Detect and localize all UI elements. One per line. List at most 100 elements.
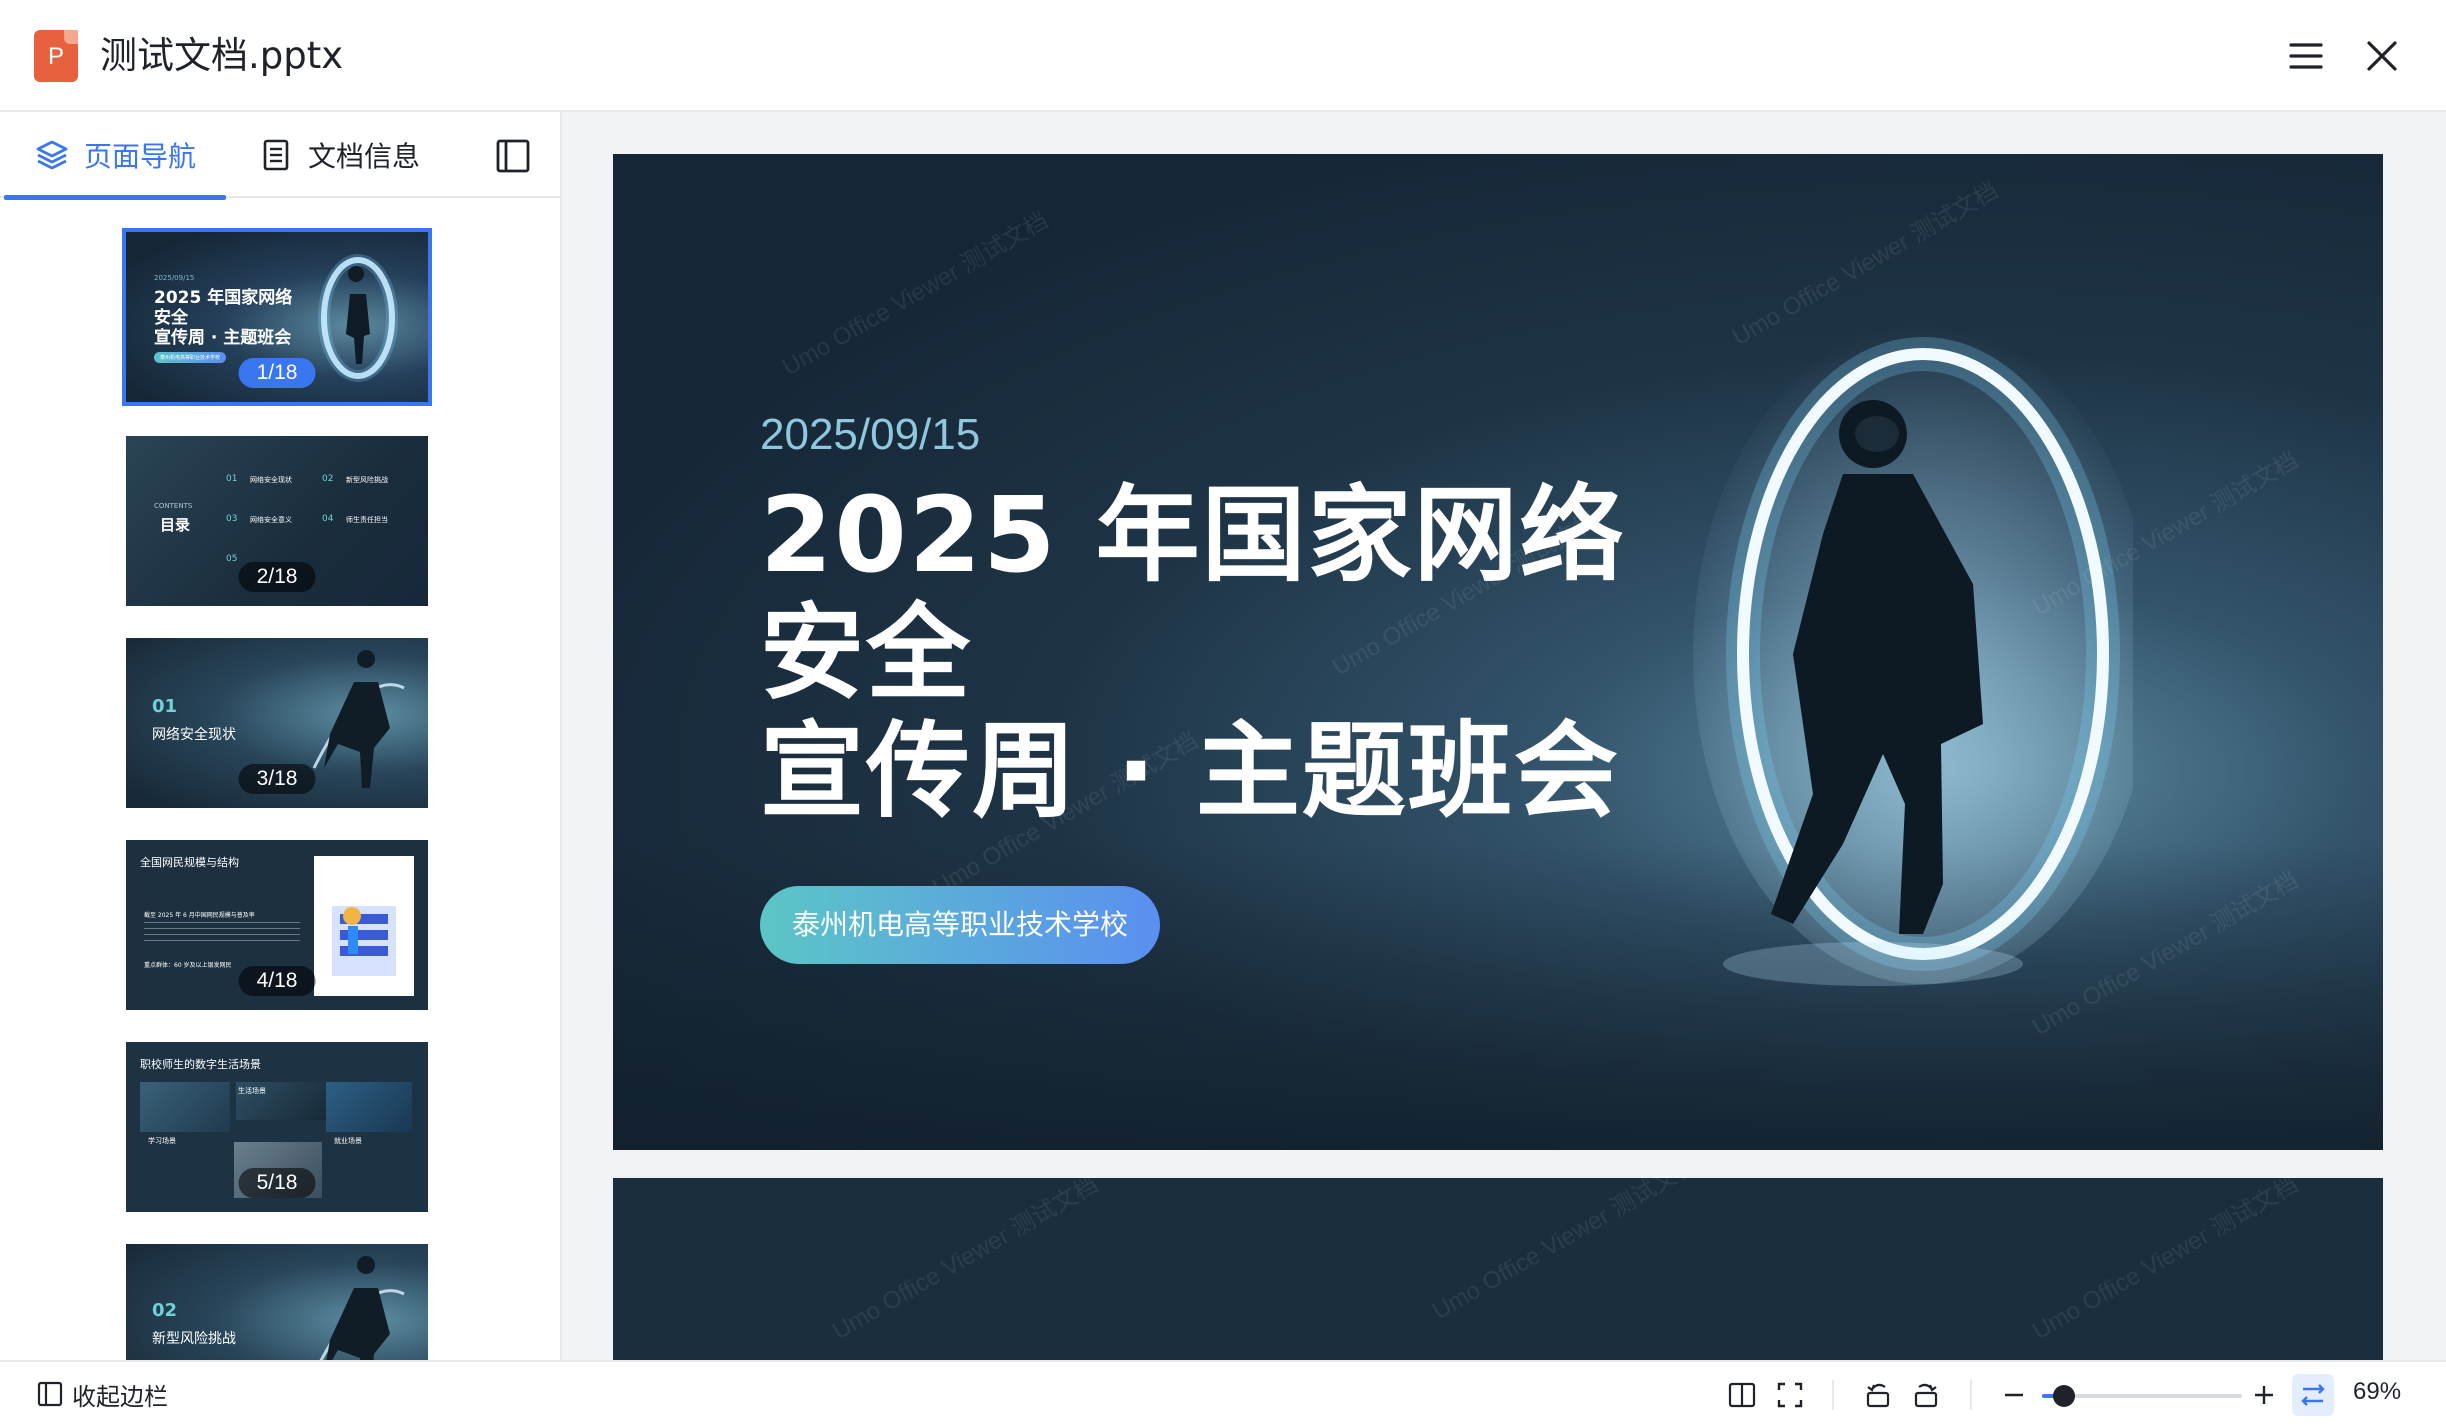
- page-badge: 1/18: [238, 358, 316, 388]
- thumbnail-page-2[interactable]: CONTENTS 目录 01 网络安全现状 02 新型风险挑战 03 网络安全意…: [126, 436, 428, 606]
- watermark-text: Umo Office Viewer 测试文档: [777, 206, 1053, 382]
- thumb2-item1-num: 01: [226, 474, 238, 484]
- thumb5-label-2: 学习场景: [148, 1137, 176, 1145]
- sidebar: 页面导航 文档信息 2025/09/15 2025 年国家网络 安全 宣传周 ·…: [0, 112, 562, 1360]
- thumb4-heading: 全国网民规模与结构: [140, 856, 239, 869]
- school-name-pill: 泰州机电高等职业技术学校: [760, 886, 1161, 964]
- sidebar-panel-icon: [496, 139, 530, 173]
- page-badge: 5/18: [238, 1168, 316, 1198]
- thumb2-item2-num: 02: [322, 474, 334, 484]
- tab-page-navigation[interactable]: 页面导航: [3, 112, 227, 200]
- rotate-left-button[interactable]: [1862, 1379, 1894, 1411]
- thumbnail-page-1[interactable]: 2025/09/15 2025 年国家网络 安全 宣传周 · 主题班会 泰州机电…: [122, 228, 432, 406]
- zoom-out-button[interactable]: [1998, 1379, 2030, 1411]
- menu-button[interactable]: [2284, 34, 2328, 78]
- two-page-view-button[interactable]: [1726, 1379, 1758, 1411]
- thumbnail-page-6[interactable]: 02 新型风险挑战: [126, 1244, 428, 1360]
- slide-page-1: Umo Office Viewer 测试文档 Umo Office Viewer…: [613, 154, 2383, 1150]
- thumb4-illustration: [314, 856, 414, 996]
- page-badge: 3/18: [238, 764, 316, 794]
- thumb1-title-line3: 宣传周 · 主题班会: [154, 328, 292, 348]
- thumb5-label-3: 就业场景: [334, 1137, 362, 1145]
- layers-icon: [36, 140, 68, 170]
- tab-document-info-label: 文档信息: [308, 140, 421, 173]
- thumb2-contents-label: CONTENTS: [154, 502, 193, 510]
- thumb2-item4-text: 师生责任担当: [346, 516, 388, 524]
- minus-icon: [2005, 1393, 2023, 1397]
- watermark-text: Umo Office Viewer 测试文档: [1427, 1150, 1703, 1326]
- tab-document-info[interactable]: 文档信息: [258, 112, 420, 198]
- divider: [1970, 1380, 1972, 1410]
- sidebar-collapse-icon: [37, 1381, 63, 1407]
- hamburger-menu-icon: [2289, 43, 2323, 69]
- thumb2-item3-num: 03: [226, 514, 238, 524]
- sidebar-tabs: 页面导航 文档信息: [0, 112, 560, 200]
- thumbnail-page-4[interactable]: 全国网民规模与结构 截至 2025 年 6 月中国网民规模与普及率 重点群体：6…: [126, 840, 428, 1010]
- rotate-right-icon: [1914, 1383, 1938, 1408]
- watermark-text: Umo Office Viewer 测试文档: [2027, 1170, 2303, 1346]
- pptx-file-icon: P: [34, 30, 78, 82]
- thumbnail-list: 2025/09/15 2025 年国家网络 安全 宣传周 · 主题班会 泰州机电…: [0, 200, 560, 1360]
- silhouette-image: [319, 1256, 405, 1360]
- slide-title-line3: 宣传周 · 主题班会: [760, 710, 1620, 832]
- thumb1-date: 2025/09/15: [154, 274, 195, 282]
- fit-width-icon: [2301, 1384, 2325, 1406]
- thumb2-item1-text: 网络安全现状: [250, 476, 292, 484]
- zoom-slider[interactable]: [2042, 1385, 2242, 1407]
- zoom-level-label: 69%: [2353, 1378, 2402, 1405]
- thumb1-title: 2025 年国家网络 安全 宣传周 · 主题班会: [154, 288, 292, 348]
- document-title: 测试文档.pptx: [100, 34, 344, 77]
- divider: [1832, 1380, 1834, 1410]
- thumb1-subtitle: 泰州机电高等职业技术学校: [154, 352, 227, 363]
- file-type-letter: P: [47, 43, 64, 70]
- portal-ring-image: [1693, 324, 2133, 986]
- watermark-text: Umo Office Viewer 测试文档: [827, 1170, 1103, 1346]
- page-badge: 2/18: [238, 562, 316, 592]
- slide-title-line2: 安全: [760, 592, 973, 714]
- thumb4-body1: 截至 2025 年 6 月中国网民规模与普及率: [144, 912, 255, 919]
- fullscreen-icon: [1777, 1382, 1803, 1408]
- slide-title: 2025 年国家网络 安全 宣传周 · 主题班会: [760, 476, 1626, 830]
- slide-title-line1: 2025 年国家网络: [760, 474, 1626, 596]
- portal-ring-image: [318, 254, 398, 382]
- thumb2-item3-text: 网络安全意义: [250, 516, 292, 524]
- fit-width-button[interactable]: [2292, 1374, 2334, 1416]
- thumb3-heading: 网络安全现状: [152, 727, 236, 743]
- slide-page-2-preview: Umo Office Viewer 测试文档 Umo Office Viewer…: [613, 1151, 2383, 1360]
- page-badge: 4/18: [238, 966, 316, 996]
- slide-date: 2025/09/15: [760, 410, 981, 459]
- collapse-sidebar-label: 收起边栏: [72, 1382, 168, 1411]
- thumb6-heading: 新型风险挑战: [152, 1331, 236, 1347]
- thumbnail-page-3[interactable]: 01 网络安全现状 3/18: [126, 638, 428, 808]
- sidebar-panel-toggle-button[interactable]: [494, 137, 532, 175]
- title-bar: P 测试文档.pptx: [0, 0, 2446, 112]
- document-list-icon: [263, 139, 289, 171]
- status-bar: 收起边栏 69%: [0, 1360, 2446, 1426]
- thumb3-num: 01: [152, 696, 178, 717]
- slide-viewer[interactable]: Umo Office Viewer 测试文档 Umo Office Viewer…: [562, 112, 2446, 1360]
- thumb1-title-line1: 2025 年国家网络: [154, 288, 293, 308]
- rotate-left-icon: [1866, 1383, 1890, 1408]
- close-button[interactable]: [2360, 34, 2404, 78]
- rotate-right-button[interactable]: [1910, 1379, 1942, 1411]
- thumb2-heading: 目录: [160, 516, 191, 534]
- collapse-sidebar-button[interactable]: 收起边栏: [36, 1376, 168, 1412]
- thumb5-label-1: 生活场景: [238, 1087, 266, 1095]
- zoom-slider-handle[interactable]: [2053, 1385, 2075, 1407]
- thumb2-item4-num: 04: [322, 514, 334, 524]
- thumb5-photo-3: [326, 1082, 412, 1132]
- plus-icon: [2255, 1386, 2273, 1404]
- thumb1-title-line2: 安全: [154, 308, 188, 328]
- thumb5-photo-1: [140, 1082, 230, 1132]
- fullscreen-button[interactable]: [1774, 1379, 1806, 1411]
- columns-icon: [1728, 1382, 1756, 1408]
- thumbnail-page-5[interactable]: 职校师生的数字生活场景 生活场景 学习场景 就业场景 5/18: [126, 1042, 428, 1212]
- silhouette-image: [312, 650, 405, 788]
- thumb5-heading: 职校师生的数字生活场景: [140, 1058, 261, 1071]
- thumb4-text-lines: [144, 922, 300, 946]
- thumb2-item5-num: 05: [226, 554, 238, 564]
- zoom-in-button[interactable]: [2248, 1379, 2280, 1411]
- thumb6-num: 02: [152, 1300, 178, 1321]
- thumb2-item2-text: 新型风险挑战: [346, 476, 388, 484]
- tab-page-navigation-label: 页面导航: [84, 140, 197, 173]
